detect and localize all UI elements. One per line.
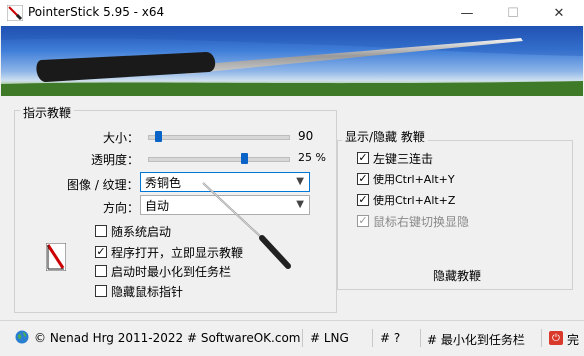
size-value: 90: [298, 129, 314, 143]
banner-image: [1, 26, 583, 96]
globe-icon: [15, 330, 29, 344]
checkbox-minimize-on-start[interactable]: [95, 265, 107, 277]
start-with-system-label: 随系统启动: [111, 225, 172, 239]
opacity-label: 透明度：: [91, 153, 140, 167]
checkbox-start-with-system[interactable]: [95, 225, 107, 237]
hide-mouse-pointer-label: 隐藏鼠标指针: [111, 285, 184, 299]
checkbox-right-click-toggle[interactable]: ✓: [357, 215, 369, 227]
checkbox-ctrl-alt-y[interactable]: ✓: [357, 173, 369, 185]
ctrl-alt-z-label: 使用Ctrl+Alt+Z: [373, 194, 456, 207]
direction-value: 自动: [145, 198, 170, 213]
show-hide-group-title: 显示/隐藏 教鞭: [342, 128, 428, 145]
copyright-link[interactable]: © Nenad Hrg 2011-2022 # SoftwareOK.com: [34, 331, 301, 345]
minimize-button[interactable]: —: [444, 0, 490, 26]
checkbox-show-on-open[interactable]: ✓: [95, 246, 107, 258]
right-click-toggle-label: 鼠标右键切换显隐: [373, 215, 470, 229]
status-separator: [541, 329, 542, 347]
maximize-button[interactable]: ☐: [490, 0, 536, 26]
opacity-slider[interactable]: [148, 157, 290, 162]
size-slider[interactable]: [148, 135, 290, 140]
checkbox-ctrl-alt-z[interactable]: ✓: [357, 194, 369, 206]
app-icon: [6, 4, 24, 22]
status-divider: [0, 320, 584, 321]
opacity-value: 25 %: [298, 151, 326, 164]
language-button[interactable]: # LNG: [310, 331, 349, 345]
status-separator: [302, 329, 303, 347]
pointer-group-title: 指示教鞭: [20, 104, 75, 121]
status-separator: [372, 329, 373, 347]
hide-pointer-button[interactable]: 隐藏教鞭: [433, 267, 481, 284]
triple-left-click-label: 左键三连击: [373, 152, 434, 166]
checkbox-triple-left-click[interactable]: ✓: [357, 152, 369, 164]
size-label: 大小：: [103, 131, 140, 145]
exit-button-label[interactable]: 完: [567, 331, 579, 348]
direction-label: 方向：: [103, 201, 140, 215]
help-button[interactable]: # ?: [380, 331, 400, 345]
opacity-slider-thumb[interactable]: [241, 153, 249, 164]
ctrl-alt-y-label: 使用Ctrl+Alt+Y: [373, 173, 455, 186]
image-texture-label: 图像 / 纹理：: [67, 178, 139, 192]
size-slider-thumb[interactable]: [154, 131, 162, 142]
exit-icon[interactable]: ⏻: [549, 331, 563, 345]
title-bar: PointerStick 5.95 - x64 — ☐ ✕: [0, 0, 584, 26]
pointer-stick-overlay: [202, 182, 291, 269]
status-separator: [420, 329, 421, 347]
chevron-down-icon: ▼: [296, 176, 304, 187]
window-title: PointerStick 5.95 - x64: [28, 5, 165, 19]
close-button[interactable]: ✕: [536, 0, 582, 26]
image-texture-value: 秀铜色: [145, 173, 182, 191]
checkbox-hide-mouse-pointer[interactable]: [95, 285, 107, 297]
app-window: PointerStick 5.95 - x64 — ☐ ✕ 指示教鞭 大小： 9…: [0, 0, 584, 356]
chevron-down-icon: ▼: [296, 199, 304, 210]
minimize-to-tray-button[interactable]: # 最小化到任务栏: [427, 331, 525, 348]
pointer-preview-icon: [45, 242, 67, 272]
